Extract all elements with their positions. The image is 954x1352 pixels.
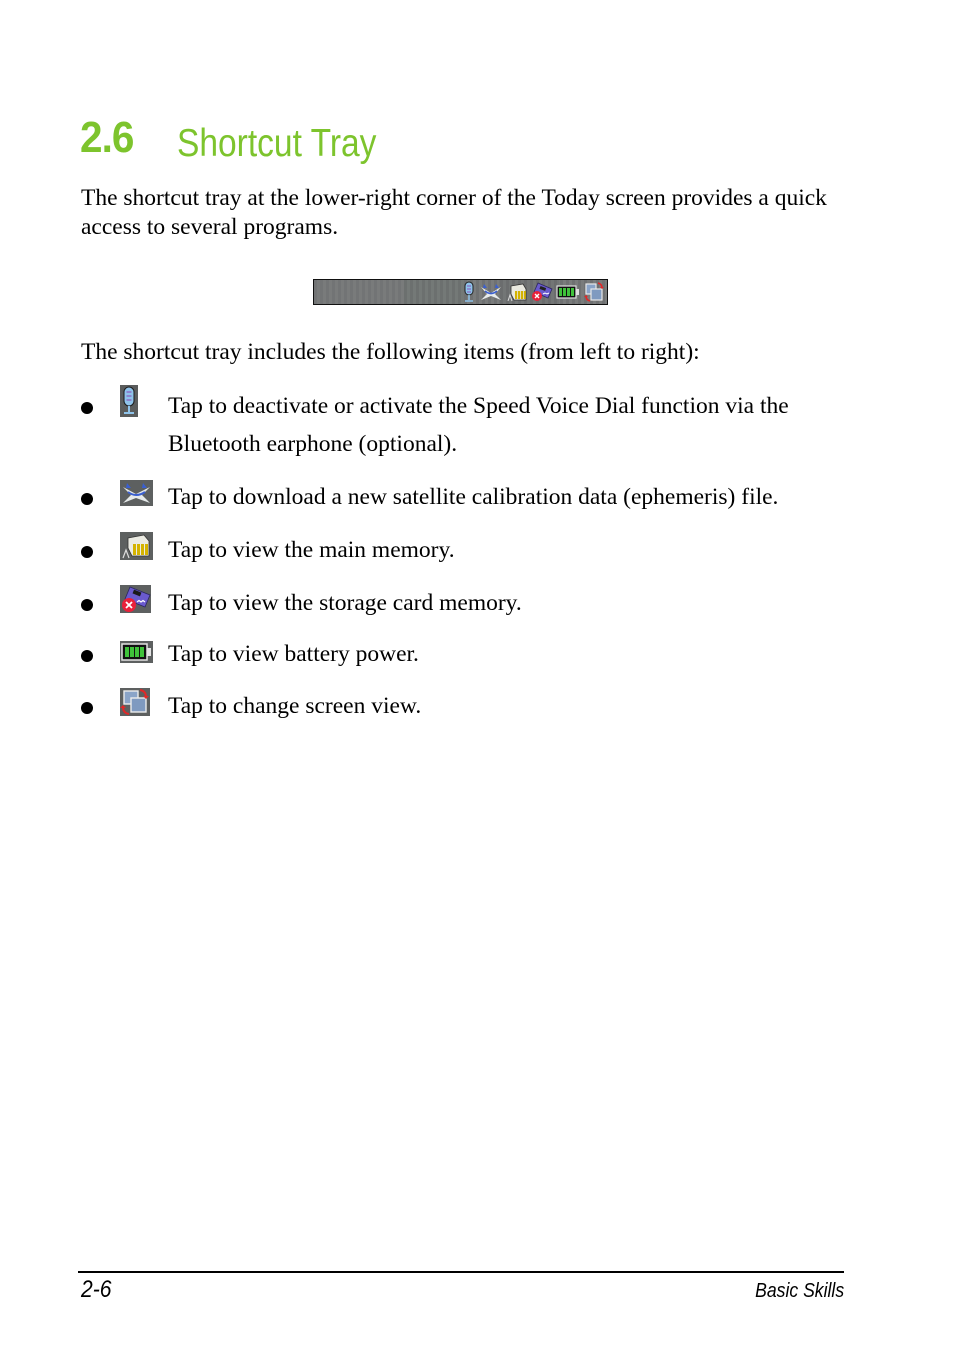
section-title: Shortcut Tray — [177, 122, 377, 165]
item-description: Tap to view the storage card memory. — [168, 590, 522, 616]
tray-storage-card-icon[interactable] — [531, 282, 553, 302]
footer-divider — [78, 1271, 844, 1273]
screen-rotate-icon — [120, 688, 150, 721]
item-description: Tap to change screen view. — [168, 693, 422, 719]
bullet — [81, 402, 93, 414]
item-description: Tap to deactivate or activate the Speed … — [168, 393, 789, 457]
satellite-icon — [120, 480, 153, 511]
bullet — [81, 599, 93, 611]
bullet — [81, 493, 93, 505]
memory-chip-icon — [120, 532, 153, 565]
tray-memory-chip-icon[interactable] — [506, 282, 528, 302]
bullet — [81, 650, 93, 662]
intro-paragraph: The shortcut tray at the lower-right cor… — [81, 185, 827, 240]
item-description: Tap to view battery power. — [168, 641, 419, 667]
item-description: Tap to view the main memory. — [168, 537, 455, 563]
footer-section-name: Basic Skills — [754, 1280, 844, 1302]
shortcut-tray-image — [313, 279, 608, 305]
microphone-icon — [120, 385, 138, 422]
item-description: Tap to download a new satellite calibrat… — [168, 484, 779, 510]
section-number: 2.6 — [80, 113, 134, 162]
storage-card-icon — [120, 585, 151, 618]
tray-satellite-icon[interactable] — [479, 282, 503, 302]
page-number: 2-6 — [81, 1276, 112, 1303]
list-lead-text: The shortcut tray includes the following… — [81, 339, 700, 365]
bullet — [81, 702, 93, 714]
bullet — [81, 546, 93, 558]
tray-battery-icon[interactable] — [556, 284, 580, 300]
tray-microphone-icon[interactable] — [462, 281, 476, 303]
battery-icon — [120, 641, 153, 668]
tray-screen-rotate-icon[interactable] — [583, 281, 605, 303]
